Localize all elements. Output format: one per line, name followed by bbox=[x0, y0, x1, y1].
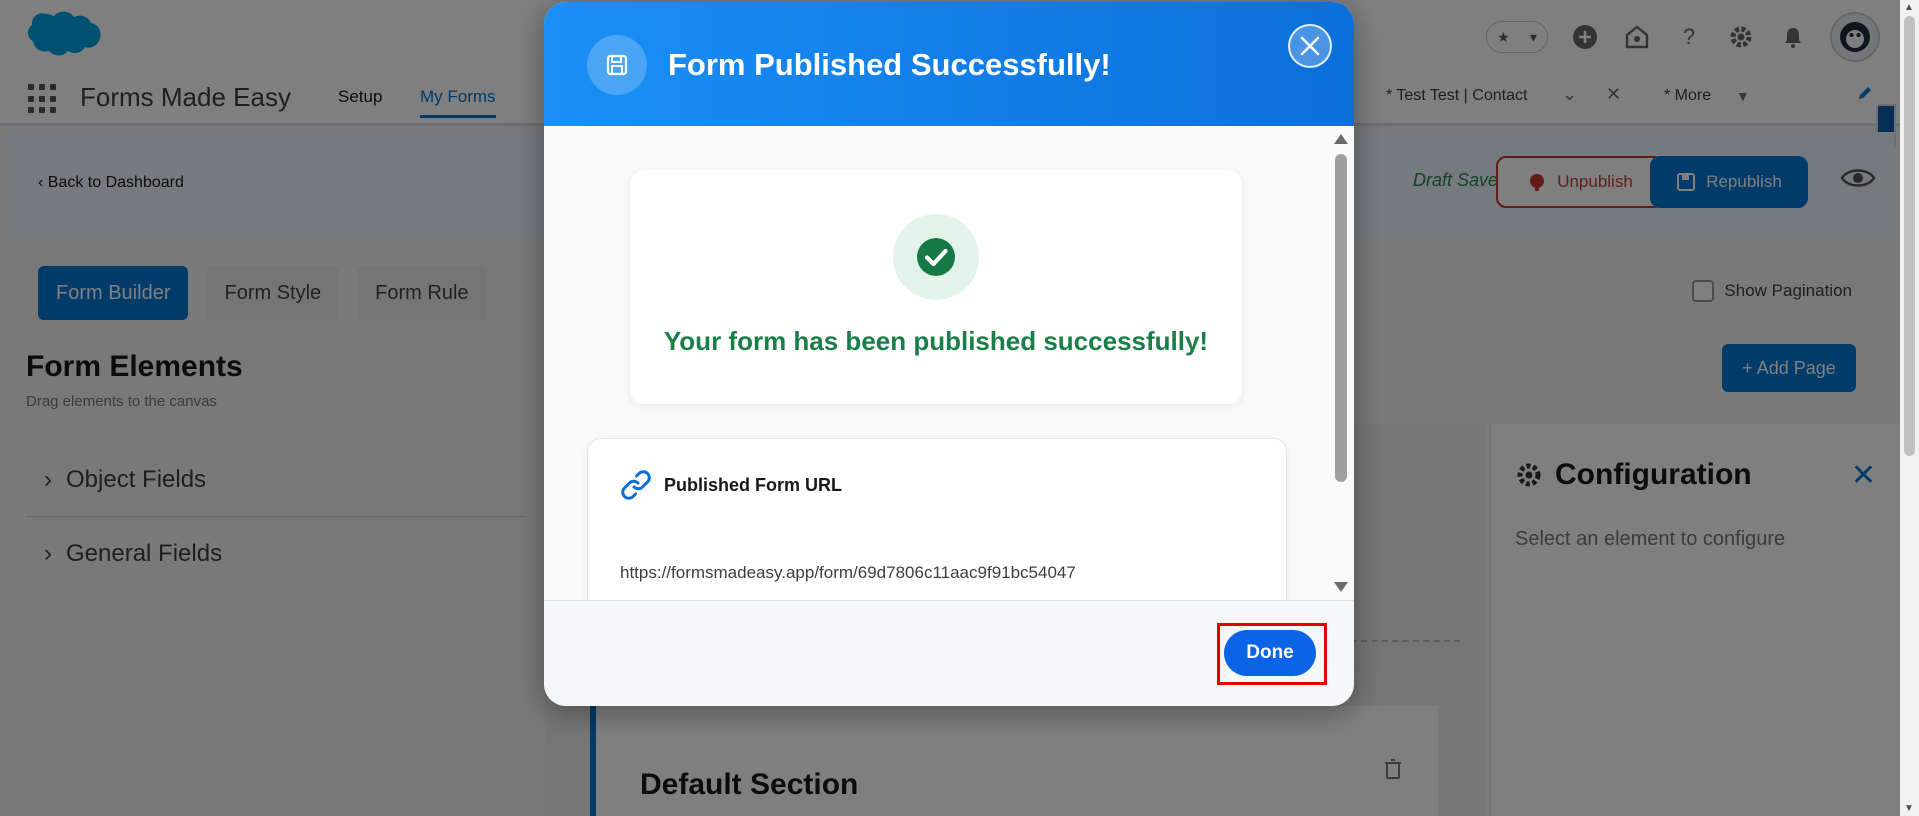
modal-footer: Done bbox=[544, 600, 1354, 706]
success-message: Your form has been published successfull… bbox=[663, 326, 1209, 356]
scroll-down-arrow-icon[interactable] bbox=[1334, 582, 1348, 592]
page-scrollbar-thumb[interactable] bbox=[1904, 16, 1915, 456]
modal-body: Your form has been published successfull… bbox=[544, 126, 1354, 600]
scroll-down-arrow-icon[interactable]: ▼ bbox=[1904, 803, 1914, 814]
page-scrollbar[interactable]: ▲ ▼ bbox=[1900, 0, 1919, 816]
url-card-header: Published Form URL bbox=[620, 469, 842, 501]
publish-success-modal: Form Published Successfully! Your form h… bbox=[544, 2, 1354, 706]
modal-scrollbar[interactable] bbox=[1330, 132, 1352, 598]
modal-title: Form Published Successfully! bbox=[668, 47, 1111, 82]
scroll-up-arrow-icon[interactable]: ▲ bbox=[1904, 2, 1914, 13]
done-button[interactable]: Done bbox=[1224, 630, 1316, 676]
modal-scrollbar-thumb[interactable] bbox=[1335, 154, 1347, 482]
scroll-up-arrow-icon[interactable] bbox=[1334, 134, 1348, 144]
link-icon bbox=[621, 470, 651, 500]
save-icon bbox=[587, 35, 647, 95]
published-url-value[interactable]: https://formsmadeasy.app/form/69d7806c11… bbox=[620, 563, 1076, 583]
published-url-label: Published Form URL bbox=[664, 474, 843, 495]
success-check-icon bbox=[893, 214, 979, 300]
success-card: Your form has been published successfull… bbox=[630, 170, 1242, 404]
modal-header: Form Published Successfully! bbox=[544, 2, 1354, 126]
published-url-card: Published Form URL https://formsmadeasy.… bbox=[587, 438, 1287, 600]
close-icon[interactable] bbox=[1288, 24, 1332, 68]
